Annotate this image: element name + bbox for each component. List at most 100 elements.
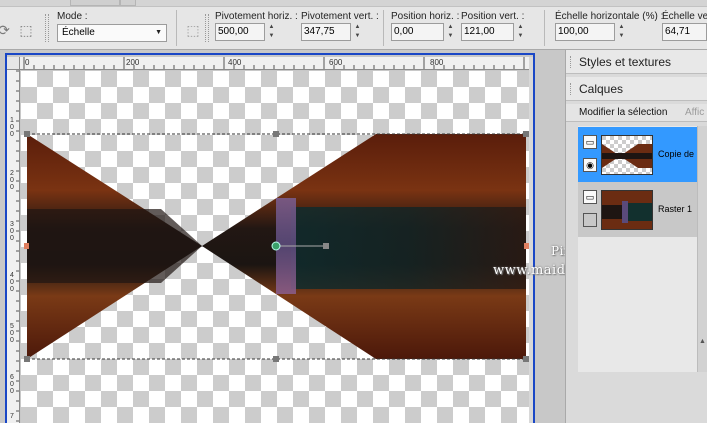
mode-select-value: Échelle xyxy=(62,27,95,38)
deform-handle[interactable] xyxy=(24,356,30,362)
vertical-ruler: 1002003004005006007 xyxy=(7,57,20,423)
ruler-label: 0 xyxy=(10,286,14,293)
position-horizontal-label: Position horiz. : xyxy=(391,11,460,22)
scale-horizontal-spinner[interactable]: ▲ ▼ xyxy=(616,23,627,41)
spinner-arrow-icon[interactable]: ▲ xyxy=(616,23,627,32)
ruler-corner xyxy=(7,57,20,70)
position-vertical-input[interactable]: 121,00 xyxy=(461,23,514,41)
panel-grip[interactable] xyxy=(570,56,573,68)
visibility-toggle[interactable] xyxy=(583,213,597,227)
mode-select[interactable]: Échelle ▼ xyxy=(57,24,167,42)
display-button[interactable]: Affic xyxy=(685,107,704,118)
ruler-label: 2 xyxy=(10,170,14,177)
rotate-icon[interactable]: ⟳ xyxy=(0,22,12,38)
tab-stub[interactable] xyxy=(120,0,136,6)
spinner-arrow-icon[interactable]: ▼ xyxy=(266,32,277,41)
position-vertical-spinner[interactable]: ▲ ▼ xyxy=(515,23,526,41)
ruler-label: 0 xyxy=(10,184,14,191)
ruler-label: 0 xyxy=(10,381,14,388)
pivot-point[interactable] xyxy=(271,241,281,251)
pivot-vertical-label: Pivotement vert. : xyxy=(301,11,379,22)
spinner-arrow-icon[interactable]: ▲ xyxy=(445,23,456,32)
layer-thumbnail-image xyxy=(602,136,652,174)
deform-icon[interactable]: ⬚ xyxy=(185,22,201,38)
canvas-scrollbar[interactable] xyxy=(529,57,533,423)
rotation-handle[interactable] xyxy=(323,243,329,249)
panel-grip[interactable] xyxy=(570,83,573,95)
ruler-label: 0 xyxy=(10,337,14,344)
toolbar-grip[interactable] xyxy=(205,14,209,42)
horizontal-ruler: 0 200 400 600 800 xyxy=(12,57,529,70)
layer-row-raster[interactable]: ▭ Raster 1 xyxy=(578,182,697,237)
layers-toolbar: Modifier la sélection Affic xyxy=(566,104,707,122)
deform-handle[interactable] xyxy=(24,131,30,137)
ruler-label: 0 xyxy=(10,131,14,138)
deform-handle[interactable] xyxy=(273,131,279,137)
layer-name[interactable]: Raster 1 xyxy=(658,204,692,214)
pivot-horizontal-label: Pivotement horiz. : xyxy=(215,11,298,22)
ruler-label: 0 xyxy=(10,330,14,337)
ruler-label: 0 xyxy=(10,177,14,184)
deform-handle[interactable] xyxy=(273,356,279,362)
toolbar-grip[interactable] xyxy=(45,14,49,42)
layers-panel-title: Calques xyxy=(579,82,624,96)
ruler-label: 800 xyxy=(430,58,444,67)
layer-icon: ▭ xyxy=(583,135,597,149)
ruler-label: 0 xyxy=(10,279,14,286)
modify-selection-button[interactable]: Modifier la sélection xyxy=(579,107,667,118)
ruler-label: 4 xyxy=(10,272,14,279)
ruler-label: 0 xyxy=(10,388,14,395)
pivot-vertical-input[interactable]: 347,75 xyxy=(301,23,351,41)
toolbar-separator xyxy=(383,10,384,46)
spinner-arrow-icon[interactable]: ▼ xyxy=(616,32,627,41)
layer-icon: ▭ xyxy=(583,190,597,204)
ruler-label: 6 xyxy=(10,374,14,381)
spinner-arrow-icon[interactable]: ▼ xyxy=(445,32,456,41)
ruler-label: 0 xyxy=(10,235,14,242)
ruler-label: 0 xyxy=(25,58,30,67)
tab-stub[interactable] xyxy=(70,0,120,6)
scale-vertical-input[interactable]: 64,71 xyxy=(662,23,707,41)
mode-label: Mode : xyxy=(57,11,88,22)
styles-panel-title: Styles et textures xyxy=(579,55,672,69)
spinner-arrow-icon[interactable]: ▲ xyxy=(515,23,526,32)
ruler-label: 0 xyxy=(10,124,14,131)
toolbar-separator xyxy=(544,10,545,46)
layer-thumbnail xyxy=(601,135,653,175)
position-vertical-label: Position vert. : xyxy=(461,11,525,22)
right-panel-dock: Styles et textures Calques Modifier la s… xyxy=(565,50,707,423)
deform-handle[interactable] xyxy=(24,243,29,249)
spinner-arrow-icon[interactable]: ▼ xyxy=(352,32,363,41)
ruler-label: 600 xyxy=(329,58,343,67)
position-horizontal-input[interactable]: 0,00 xyxy=(391,23,444,41)
image-content[interactable] xyxy=(21,71,529,423)
layer-thumbnail-image xyxy=(602,191,652,229)
layers-scrollbar[interactable]: ▲ xyxy=(697,126,707,372)
layers-panel-header[interactable]: Calques xyxy=(566,77,707,101)
image-canvas[interactable] xyxy=(21,71,529,423)
ruler-label: 7 xyxy=(10,413,14,420)
ruler-label: 200 xyxy=(126,58,140,67)
ruler-label: 3 xyxy=(10,221,14,228)
ruler-label: 5 xyxy=(10,323,14,330)
chevron-up-icon[interactable]: ▲ xyxy=(699,338,706,345)
position-horizontal-spinner[interactable]: ▲ ▼ xyxy=(445,23,456,41)
pivot-vertical-spinner[interactable]: ▲ ▼ xyxy=(352,23,363,41)
ruler-label: 0 xyxy=(10,228,14,235)
spinner-arrow-icon[interactable]: ▼ xyxy=(515,32,526,41)
pivot-horizontal-spinner[interactable]: ▲ ▼ xyxy=(266,23,277,41)
spinner-arrow-icon[interactable]: ▲ xyxy=(266,23,277,32)
scale-horizontal-input[interactable]: 100,00 xyxy=(555,23,615,41)
styles-panel-header[interactable]: Styles et textures xyxy=(566,50,707,74)
deform-icon[interactable]: ⬚ xyxy=(18,22,34,38)
pivot-horizontal-input[interactable]: 500,00 xyxy=(215,23,265,41)
ruler-label: 400 xyxy=(228,58,242,67)
spinner-arrow-icon[interactable]: ▲ xyxy=(352,23,363,32)
layer-row-copy[interactable]: ▭ ◉ Copie de R xyxy=(578,127,703,182)
scale-horizontal-label: Échelle horizontale (%) : xyxy=(555,11,664,22)
eye-icon[interactable]: ◉ xyxy=(583,158,597,172)
toolbar-separator xyxy=(176,10,177,46)
horizontal-ruler-ticks xyxy=(23,57,525,69)
scale-vertical-label: Échelle vert xyxy=(662,11,707,22)
tool-options-bar: ⟳ ⬚ Mode : Échelle ▼ ⬚ Pivotement horiz.… xyxy=(0,0,707,50)
